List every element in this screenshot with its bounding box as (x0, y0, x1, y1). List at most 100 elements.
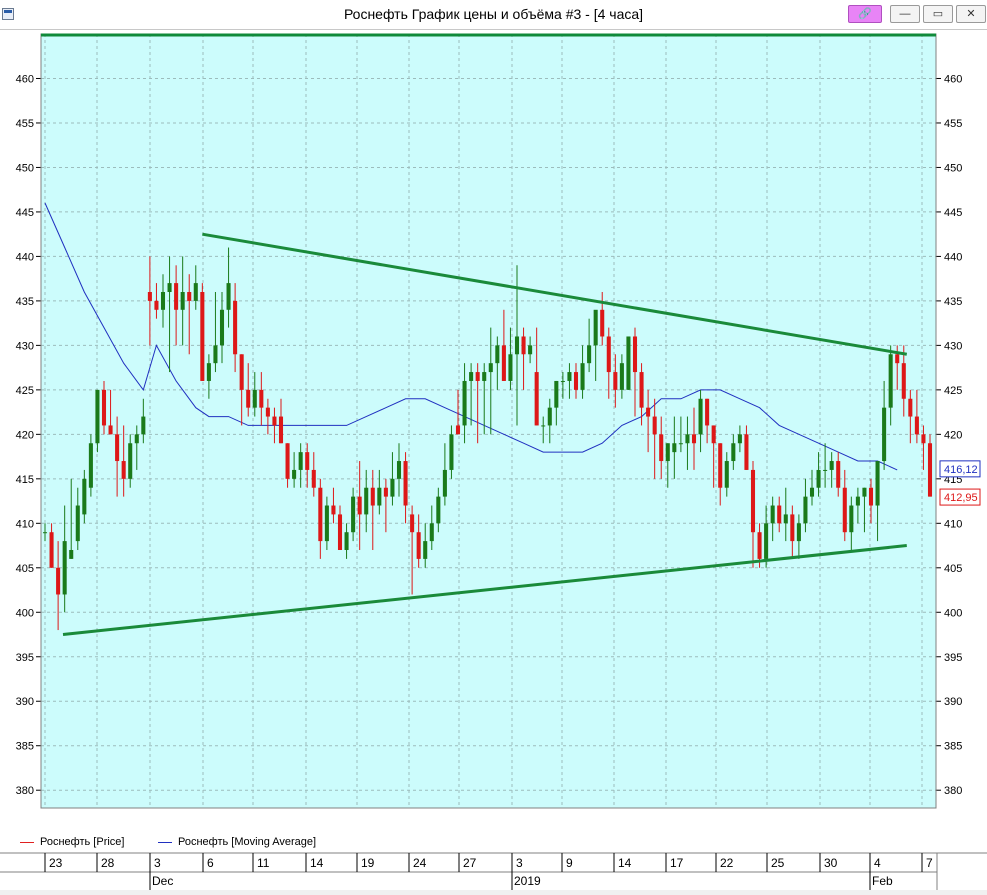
y-tick-label-right: 425 (944, 385, 962, 397)
month-label: 2019 (514, 874, 541, 888)
candle-body (193, 283, 198, 301)
x-tick-label: 22 (720, 856, 734, 870)
x-tick-label: 14 (618, 856, 632, 870)
candle-body (678, 443, 683, 445)
candle-body (646, 407, 651, 417)
legend-label-ma: Роснефть [Moving Average] (178, 836, 317, 848)
y-tick-label-left: 415 (16, 474, 34, 486)
candle-body (580, 363, 585, 390)
close-button[interactable]: ✕ (956, 5, 986, 23)
y-tick-label-right: 385 (944, 741, 962, 753)
candle-body (239, 354, 244, 390)
candle-body (777, 505, 782, 524)
y-tick-label-right: 430 (944, 340, 962, 352)
chart-canvas[interactable]: 380 380 385 385 390 390 395 395 400 400 405 405 410 4… (0, 30, 987, 832)
y-tick-label-left: 450 (16, 162, 34, 174)
time-axis[interactable]: 23 28 3 6 11 14 19 24 27 3 9 14 17 22 25 30 4 7 Dec 2019 Feb (0, 852, 987, 890)
y-tick-label-left: 410 (16, 518, 34, 530)
x-tick-label: 24 (413, 856, 427, 870)
link-button[interactable]: 🔗 (848, 5, 882, 23)
candle-body (56, 567, 61, 595)
candle-body (213, 345, 218, 364)
candle-body (337, 514, 343, 550)
legend-item-price: Роснефть [Price] (20, 835, 124, 849)
last-ma-label: 416,12 (939, 460, 981, 478)
candle-body (659, 434, 664, 462)
y-tick-label-right: 440 (944, 251, 962, 263)
candle-body (246, 389, 251, 408)
candle-body (370, 487, 375, 506)
candle-body (108, 425, 113, 435)
y-tick-label-right: 395 (944, 652, 962, 664)
price-chart[interactable]: 380 380 385 385 390 390 395 395 400 400 405 405 410 4… (0, 30, 987, 832)
y-tick-label-right: 405 (944, 563, 962, 575)
x-tick-label: 30 (824, 856, 838, 870)
x-tick-label: 25 (771, 856, 785, 870)
candle-body (455, 425, 461, 435)
candle-body (121, 461, 126, 479)
minimize-button[interactable]: — (890, 5, 920, 23)
candle-body (652, 416, 657, 435)
candle-body (206, 363, 211, 381)
candle-body (154, 300, 159, 310)
y-tick-label-left: 435 (16, 296, 34, 308)
candle-body (685, 434, 690, 444)
last-price-label-text: 412,95 (944, 492, 978, 504)
candle-body (587, 345, 592, 364)
y-tick-label-left: 390 (16, 696, 34, 708)
candle-body (462, 380, 467, 426)
candle-body (396, 461, 402, 479)
legend-swatch-ma (158, 841, 172, 843)
y-tick-label-left: 405 (16, 563, 34, 575)
candle-body (311, 469, 316, 488)
candle-body (836, 461, 841, 488)
y-tick-label-right: 390 (944, 696, 962, 708)
candle-body (737, 434, 742, 444)
candle-body (921, 434, 926, 444)
candle-body (390, 478, 395, 497)
candle-body (344, 532, 349, 550)
time-axis-bg (0, 852, 987, 890)
candle-body (383, 487, 388, 497)
candle-body (403, 461, 408, 506)
candle-body (626, 336, 631, 390)
candle-body (718, 443, 723, 488)
candle-body (305, 452, 310, 470)
candle-body (809, 487, 815, 497)
y-tick-label-right: 400 (944, 607, 962, 619)
legend-swatch-price (20, 841, 34, 843)
candle-body (528, 345, 533, 355)
candle-body (573, 372, 579, 390)
candle-body (842, 487, 847, 533)
x-tick-label: 6 (207, 856, 214, 870)
y-tick-label-left: 385 (16, 741, 34, 753)
y-tick-label-right: 435 (944, 296, 962, 308)
x-tick-label: 3 (516, 856, 523, 870)
candle-body (377, 487, 382, 506)
y-tick-label-left: 420 (16, 429, 34, 441)
candle-body (895, 354, 900, 364)
candle-body (829, 461, 834, 470)
candle-body (508, 354, 513, 381)
x-tick-label: 3 (154, 856, 161, 870)
candle-body (547, 407, 552, 426)
candle-body (410, 514, 415, 533)
last-price-label: 412,95 (939, 488, 981, 506)
y-tick-label-right: 460 (944, 73, 962, 85)
candle-body (160, 292, 166, 310)
candle-body (796, 523, 801, 542)
y-tick-label-right: 445 (944, 207, 962, 219)
candle-body (731, 443, 736, 462)
candle-body (521, 336, 526, 355)
maximize-button[interactable]: ▭ (923, 5, 953, 23)
y-tick-label-right: 455 (944, 118, 962, 130)
candle-body (488, 363, 493, 373)
candle-body (324, 505, 329, 542)
candle-body (698, 398, 703, 435)
candle-body (265, 407, 270, 417)
candle-body (357, 496, 362, 515)
candle-body (167, 283, 172, 292)
y-tick-label-right: 420 (944, 429, 962, 441)
candle-body (429, 523, 434, 542)
candle-body (101, 389, 107, 426)
